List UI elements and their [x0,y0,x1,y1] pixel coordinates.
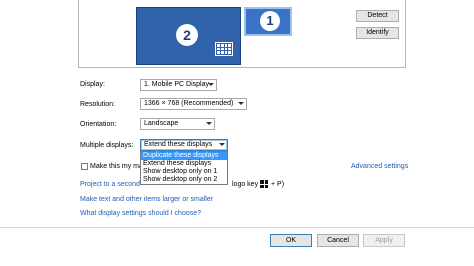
text-size-link[interactable]: Make text and other items larger or smal… [80,196,213,203]
display-settings-help-link[interactable]: What display settings should I choose? [80,210,201,217]
dropdown-option-only-2[interactable]: Show desktop only on 2 [141,176,227,184]
dropdown-option-duplicate[interactable]: Duplicate these displays [141,152,227,160]
multiple-displays-dropdown[interactable]: Duplicate these displays Extend these di… [140,151,228,185]
orientation-select[interactable]: Landscape [140,118,215,130]
logo-key-text: logo key [232,181,259,188]
chevron-down-icon [206,122,212,125]
detect-button[interactable]: Detect [356,10,399,22]
multiple-displays-select[interactable]: Extend these displays [140,139,228,151]
windows-logo-icon [260,180,268,188]
cancel-button[interactable]: Cancel [317,234,359,247]
main-display-checkbox[interactable] [81,163,88,170]
multiple-displays-select-value: Extend these displays [144,141,213,148]
advanced-settings-link[interactable]: Advanced settings [351,163,408,170]
footer-divider [0,227,474,228]
dropdown-option-only-1[interactable]: Show desktop only on 1 [141,168,227,176]
chevron-down-icon [238,102,244,105]
shortcut-suffix: + P) [271,181,285,188]
orientation-select-value: Landscape [144,120,179,127]
monitor-2-number: 2 [176,24,198,46]
dropdown-option-extend[interactable]: Extend these displays [141,160,227,168]
ok-button[interactable]: OK [270,234,312,247]
display-select[interactable]: 1. Mobile PC Display [140,79,217,91]
identify-button[interactable]: Identify [356,27,399,39]
orientation-label: Orientation: [80,121,117,128]
project-second-screen-link[interactable]: Project to a second [80,181,140,188]
main-display-label: Make this my ma [90,163,143,170]
monitor-1-tile[interactable]: 1 [244,7,292,36]
display-label: Display: [80,81,105,88]
monitor-2-tile[interactable]: 2 [136,7,241,65]
multiple-displays-label: Multiple displays: [80,142,134,149]
resolution-label: Resolution: [80,101,116,108]
display-select-value: 1. Mobile PC Display [144,81,209,88]
apply-button[interactable]: Apply [363,234,405,247]
chevron-down-icon [208,83,214,86]
start-screen-icon [215,42,233,56]
chevron-down-icon [219,143,225,146]
monitor-1-number: 1 [260,11,280,31]
resolution-select[interactable]: 1366 × 768 (Recommended) [140,98,247,110]
resolution-select-value: 1366 × 768 (Recommended) [144,100,234,107]
